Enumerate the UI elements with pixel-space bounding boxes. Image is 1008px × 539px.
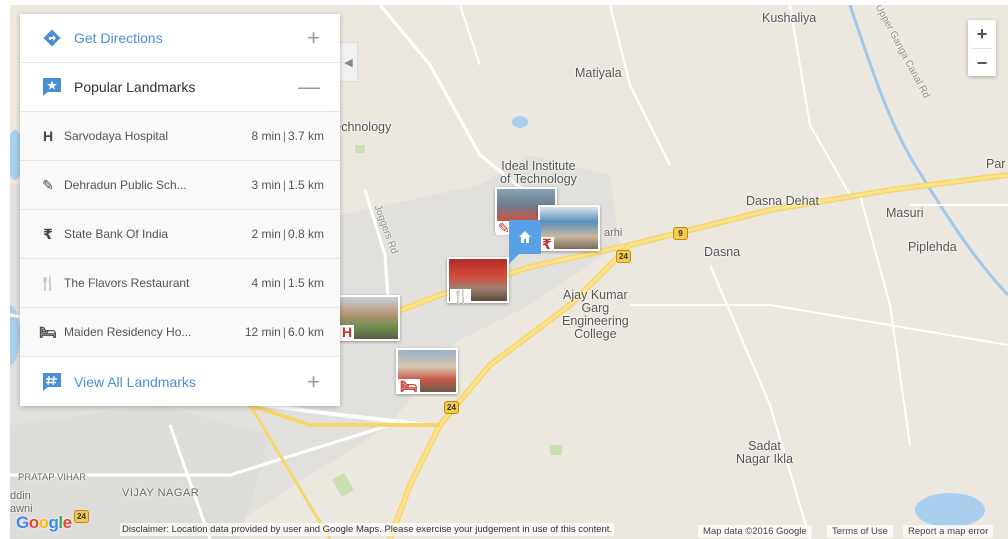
google-logo[interactable]: Google <box>16 513 72 533</box>
popular-landmarks-header[interactable]: Popular Landmarks — <box>20 63 340 112</box>
landmark-time: 4 min <box>251 276 281 290</box>
landmark-separator: | <box>282 325 286 339</box>
bank-marker-icon: ₹ <box>540 236 554 252</box>
map-label-ideal-institute: Ideal Institute of Technology <box>500 159 577 186</box>
landmark-km: 3.7 km <box>287 129 324 143</box>
highway-shield-24: 24 <box>444 401 459 414</box>
report-map-error-link[interactable]: Report a map error <box>903 525 994 538</box>
landmark-separator: | <box>282 178 286 192</box>
map-label-dasna: Dasna <box>704 245 741 259</box>
hash-bubble-icon <box>43 372 61 391</box>
map-label-vijay-nagar: VIJAY NAGAR <box>122 487 200 499</box>
landmark-name: Dehradun Public Sch... <box>64 178 187 192</box>
panel-collapse-button[interactable]: ◀ <box>340 42 358 82</box>
landmark-km: 0.8 km <box>287 227 324 241</box>
terms-link[interactable]: Terms of Use <box>827 525 893 538</box>
map-label-matiyala: Matiyala <box>575 66 622 80</box>
landmark-separator: | <box>282 227 286 241</box>
landmark-time: 12 min <box>244 325 281 339</box>
get-directions-row[interactable]: Get Directions + <box>20 14 340 63</box>
map-label-arhi: arhi <box>604 227 623 239</box>
popular-landmarks-title: Popular Landmarks <box>74 79 196 95</box>
landmark-time: 3 min <box>251 178 281 192</box>
landmark-name: State Bank Of India <box>64 227 169 241</box>
zoom-out-button[interactable]: − <box>968 49 996 77</box>
landmark-list: H Sarvodaya Hospital 8 min | 3.7 km ✎ Dehradun… <box>20 112 340 357</box>
landmark-row[interactable]: ✎ Dehradun Public Sch... 3 min | 1.5 km <box>20 161 340 210</box>
landmark-distance: 3 min | 1.5 km <box>252 178 324 192</box>
hospital-icon: H <box>42 128 54 144</box>
restaurant-marker-icon: 🍴 <box>450 288 472 304</box>
landmark-time: 2 min <box>251 227 281 241</box>
view-all-landmarks-label: View All Landmarks <box>74 373 196 390</box>
landmark-row[interactable]: 🛏 Maiden Residency Ho... 12 min | 6.0 km <box>20 308 340 357</box>
landmark-row[interactable]: H Sarvodaya Hospital 8 min | 3.7 km <box>20 112 340 161</box>
landmarks-panel: Get Directions + Popular Landmarks — H Sa… <box>20 14 340 406</box>
bank-icon: ₹ <box>43 225 53 242</box>
view-all-landmarks-row[interactable]: View All Landmarks + <box>20 357 340 406</box>
map-disclaimer: Disclaimer: Location data provided by us… <box>120 523 615 536</box>
landmark-km: 1.5 km <box>287 178 324 192</box>
collapse-landmarks-icon[interactable]: — <box>298 76 320 98</box>
landmark-name: Maiden Residency Ho... <box>64 325 192 339</box>
landmark-separator: | <box>282 276 286 290</box>
map-label-sadat: Sadat Nagar Ikla <box>736 439 793 466</box>
school-icon: ✎ <box>42 176 54 193</box>
landmark-distance: 4 min | 1.5 km <box>252 276 324 290</box>
landmark-row[interactable]: ₹ State Bank Of India 2 min | 0.8 km <box>20 210 340 259</box>
map-label-pratap-vihar: PRATAP VIHAR <box>18 472 87 483</box>
landmark-km: 1.5 km <box>287 276 324 290</box>
landmark-distance: 2 min | 0.8 km <box>252 227 324 241</box>
get-directions-label: Get Directions <box>74 30 163 46</box>
highway-shield-24: 24 <box>74 510 89 523</box>
map-label-piplehda: Piplehda <box>908 240 957 254</box>
home-icon <box>519 231 531 243</box>
map-label-masuri: Masuri <box>886 206 924 220</box>
highway-shield-24: 24 <box>616 250 631 263</box>
expand-view-all-icon[interactable]: + <box>307 370 320 392</box>
hotel-marker-icon: 🛏 <box>398 378 420 394</box>
landmark-name: Sarvodaya Hospital <box>64 129 169 143</box>
landmark-name: The Flavors Restaurant <box>64 276 190 290</box>
map-label-kushaliya: Kushaliya <box>762 11 817 25</box>
zoom-in-button[interactable]: + <box>968 20 996 48</box>
highway-shield-9: 9 <box>673 227 688 240</box>
restaurant-icon: 🍴 <box>39 274 57 291</box>
star-bubble-icon <box>43 78 61 96</box>
hospital-marker-icon: H <box>340 324 355 340</box>
hotel-icon: 🛏 <box>39 323 57 340</box>
landmark-distance: 12 min | 6.0 km <box>245 325 324 339</box>
landmark-km: 6.0 km <box>287 325 324 339</box>
landmark-separator: | <box>282 129 286 143</box>
map-label-dasna-dehat: Dasna Dehat <box>746 194 819 208</box>
landmark-distance: 8 min | 3.7 km <box>252 129 324 143</box>
landmark-row[interactable]: 🍴 The Flavors Restaurant 4 min | 1.5 km <box>20 259 340 308</box>
google-logo-g: G <box>16 513 29 532</box>
map-label-ajay-kumar: Ajay Kumar Garg Engineering College <box>562 288 629 341</box>
expand-directions-icon[interactable]: + <box>307 27 320 49</box>
landmark-time: 8 min <box>251 129 281 143</box>
zoom-control: + − <box>968 20 996 76</box>
directions-icon <box>43 29 61 47</box>
home-location-pin[interactable] <box>509 220 541 264</box>
map-label-par: Par <box>986 157 1006 171</box>
map-data-attribution: Map data ©2016 Google <box>698 525 812 538</box>
